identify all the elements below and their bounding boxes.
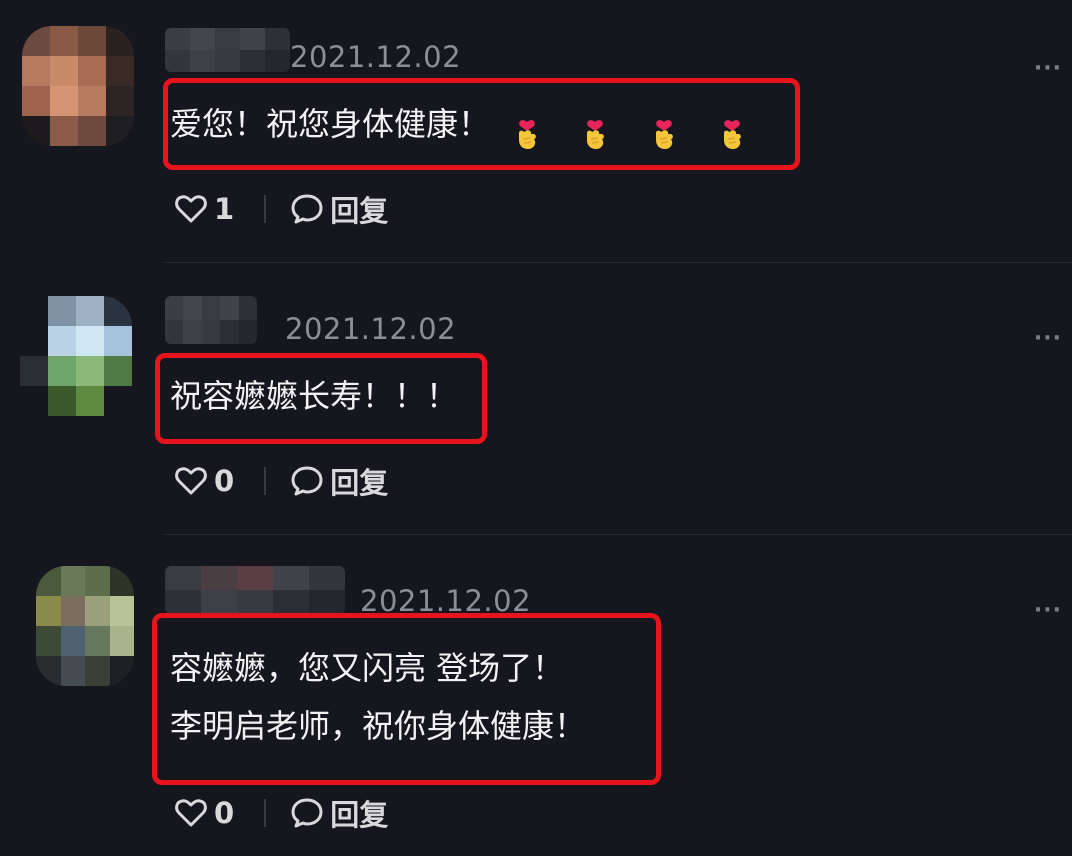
avatar[interactable] xyxy=(36,566,134,686)
divider xyxy=(264,195,267,223)
avatar[interactable] xyxy=(20,296,132,416)
reply-label: 回复 xyxy=(330,194,389,228)
more-options-button[interactable]: ··· xyxy=(1034,598,1062,623)
divider xyxy=(264,467,267,495)
like-button[interactable]: 1 xyxy=(174,192,234,226)
more-options-button[interactable]: ··· xyxy=(1034,56,1062,81)
speech-bubble-icon xyxy=(291,466,323,496)
reply-button[interactable]: 回复 xyxy=(290,460,388,502)
reply-button[interactable]: 回复 xyxy=(290,188,388,230)
heart-outline-icon xyxy=(175,799,207,827)
like-button[interactable]: 0 xyxy=(174,464,234,498)
comment-separator xyxy=(165,262,1072,263)
comment-list: 2021.12.02 ··· 爱您！祝您身体健康！ 1 回复 2021.12.0… xyxy=(0,0,1072,856)
like-count: 0 xyxy=(214,796,235,830)
reply-label: 回复 xyxy=(330,466,389,500)
heart-outline-icon xyxy=(175,195,207,223)
username-redacted[interactable] xyxy=(165,28,290,72)
username-redacted[interactable] xyxy=(165,296,257,344)
more-options-button[interactable]: ··· xyxy=(1034,326,1062,351)
like-count: 0 xyxy=(214,464,235,498)
comment-separator xyxy=(165,534,1072,535)
highlight-box xyxy=(152,613,661,785)
comment-date: 2021.12.02 xyxy=(290,40,462,74)
like-count: 1 xyxy=(214,192,235,226)
speech-bubble-icon xyxy=(291,194,323,224)
speech-bubble-icon xyxy=(291,798,323,828)
divider xyxy=(264,799,267,827)
username-redacted[interactable] xyxy=(165,566,345,614)
heart-outline-icon xyxy=(175,467,207,495)
highlight-box xyxy=(155,353,487,444)
comment-date: 2021.12.02 xyxy=(285,312,457,346)
like-button[interactable]: 0 xyxy=(174,796,234,830)
reply-button[interactable]: 回复 xyxy=(290,792,388,834)
avatar[interactable] xyxy=(22,26,134,146)
comment-actions: 1 回复 xyxy=(174,188,388,230)
comment-actions: 0 回复 xyxy=(174,792,388,834)
comment-actions: 0 回复 xyxy=(174,460,388,502)
highlight-box xyxy=(163,78,800,170)
reply-label: 回复 xyxy=(330,798,389,832)
